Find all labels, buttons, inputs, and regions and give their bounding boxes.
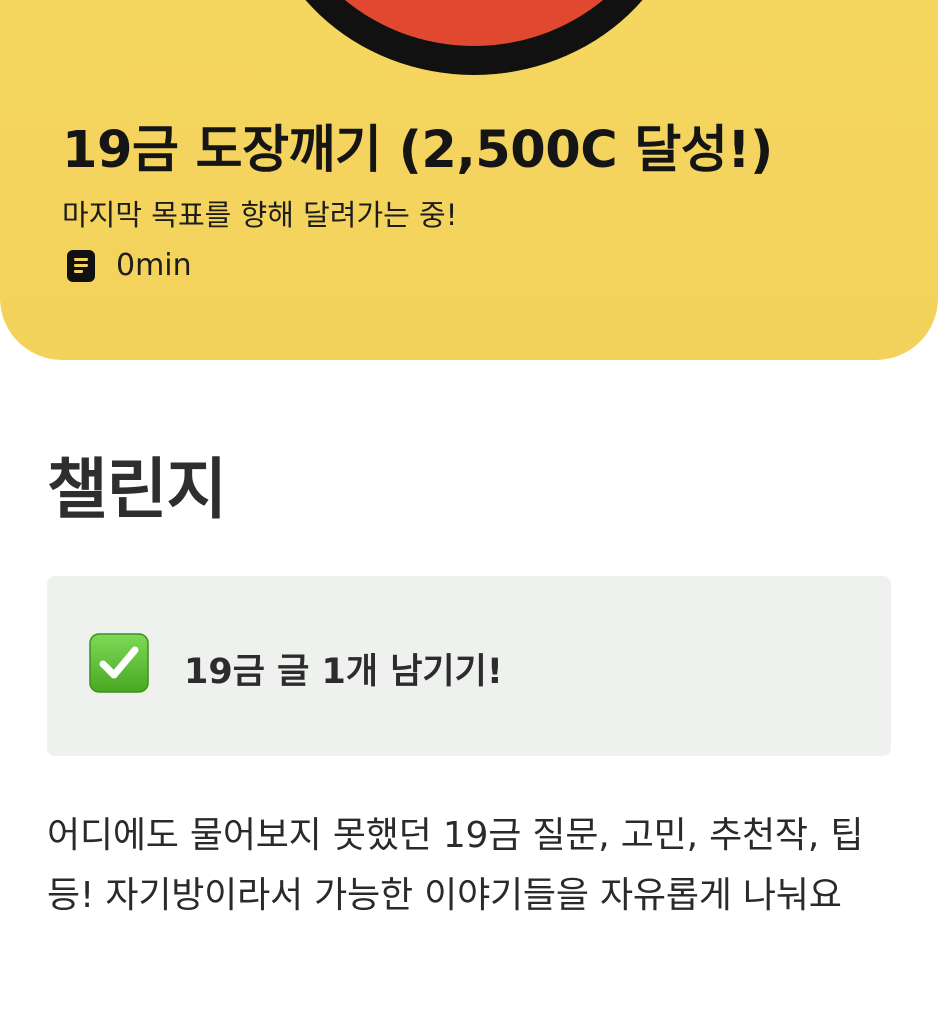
reading-time-label: 0min: [116, 248, 192, 283]
cover-illustration: [305, 0, 643, 75]
page: 19금 도장깨기 (2,500C 달성!) 마지막 목표를 향해 달려가는 중!…: [0, 0, 938, 1024]
page-title: 19금 도장깨기 (2,500C 달성!): [62, 121, 773, 180]
reading-time: 0min: [66, 248, 192, 283]
page-subtitle: 마지막 목표를 향해 달려가는 중!: [62, 198, 458, 232]
description-paragraph: 어디에도 물어보지 못했던 19금 질문, 고민, 추천작, 팁 등! 자기방이…: [47, 815, 864, 916]
check-mark-button-icon: [89, 633, 149, 693]
hero-card: 19금 도장깨기 (2,500C 달성!) 마지막 목표를 향해 달려가는 중!…: [0, 0, 938, 360]
section-heading: 챌린지: [47, 451, 227, 528]
callout-text: 19금 글 1개 남기기!: [184, 652, 503, 692]
challenge-callout: 19금 글 1개 남기기!: [47, 576, 891, 756]
document-icon: [67, 249, 95, 282]
